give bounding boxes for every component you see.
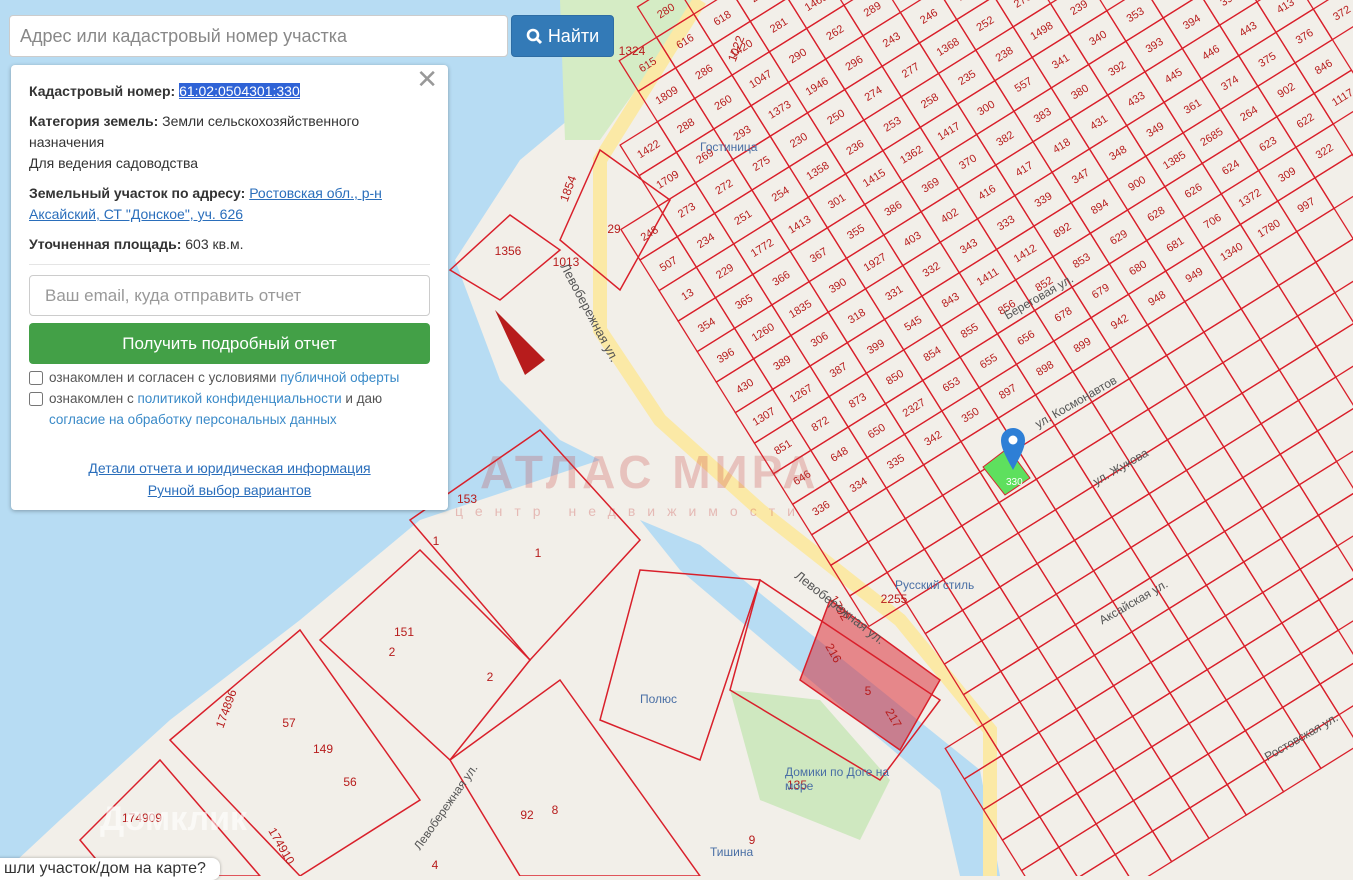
find-parcel-prompt[interactable]: шли участок/дом на карте? — [0, 858, 220, 880]
cadastral-number[interactable]: 61:02:0504301:330 — [179, 83, 300, 99]
cadastral-label: Кадастровый номер: — [29, 83, 176, 99]
privacy-checkbox[interactable] — [29, 392, 43, 406]
poi-label[interactable]: Тишина — [710, 845, 753, 859]
parcel-number: 1356 — [495, 244, 522, 258]
manual-selection-link[interactable]: Ручной выбор вариантов — [148, 479, 312, 501]
poi-label[interactable]: Гостиница — [700, 140, 757, 154]
search-button[interactable]: Найти — [511, 15, 614, 57]
search-icon — [526, 28, 542, 44]
parcel-number: 1324 — [619, 44, 646, 58]
atlas-watermark: АТЛАС МИРА — [480, 446, 820, 498]
parcel-number: 8 — [552, 803, 559, 817]
parcel-number: 29 — [607, 222, 621, 236]
parcel-number: 2 — [389, 645, 396, 659]
divider — [29, 264, 430, 265]
poi-label[interactable]: Русский стиль — [895, 578, 974, 592]
parcel-number: 1 — [433, 534, 440, 548]
domclick-watermark: Домклик — [100, 800, 248, 838]
personal-data-link[interactable]: согласие на обработку персональных данны… — [49, 412, 337, 427]
consent2: ознакомлен с политикой конфиденциальност… — [49, 388, 430, 430]
search-button-label: Найти — [547, 25, 600, 46]
offer-checkbox[interactable] — [29, 371, 43, 385]
parcel-number: 4 — [432, 858, 439, 872]
parcel-number: 5 — [865, 684, 872, 698]
offer-link[interactable]: публичной оферты — [280, 370, 399, 385]
email-input[interactable] — [29, 275, 430, 316]
parcel-info-panel: ✕ Кадастровый номер: 61:02:0504301:330 К… — [11, 65, 448, 510]
parcel-number: 151 — [394, 625, 414, 639]
poi-label[interactable]: Домики по Доге на море — [785, 765, 890, 793]
close-icon[interactable]: ✕ — [416, 66, 438, 92]
consent1-text: ознакомлен и согласен с условиями — [49, 370, 281, 385]
parcel-number: 92 — [520, 808, 534, 822]
address-label: Земельный участок по адресу: — [29, 185, 246, 201]
get-report-button[interactable]: Получить подробный отчет — [29, 323, 430, 364]
consent2-text: ознакомлен с — [49, 391, 138, 406]
usage-value: Для ведения садоводства — [29, 155, 199, 171]
atlas-watermark-sub: центр недвижимости — [455, 503, 807, 519]
search-input[interactable] — [9, 15, 508, 57]
area-value: 603 кв.м. — [185, 236, 244, 252]
area-label: Уточненная площадь: — [29, 236, 182, 252]
category-label: Категория земель: — [29, 113, 159, 129]
parcel-number: 2 — [487, 670, 494, 684]
selected-parcel-number: 330 — [1006, 477, 1023, 488]
parcel-number: 2255 — [881, 592, 908, 606]
consent1: ознакомлен и согласен с условиями публич… — [49, 367, 399, 388]
privacy-link[interactable]: политикой конфиденциальности — [137, 391, 341, 406]
poi-label[interactable]: Полюс — [640, 692, 677, 706]
consent2-mid: и даю — [341, 391, 383, 406]
details-link[interactable]: Детали отчета и юридическая информация — [88, 457, 370, 479]
parcel-number: 149 — [313, 742, 333, 756]
parcel-number: 1 — [535, 546, 542, 560]
parcel-number: 56 — [343, 775, 357, 789]
parcel-number: 57 — [282, 716, 296, 730]
